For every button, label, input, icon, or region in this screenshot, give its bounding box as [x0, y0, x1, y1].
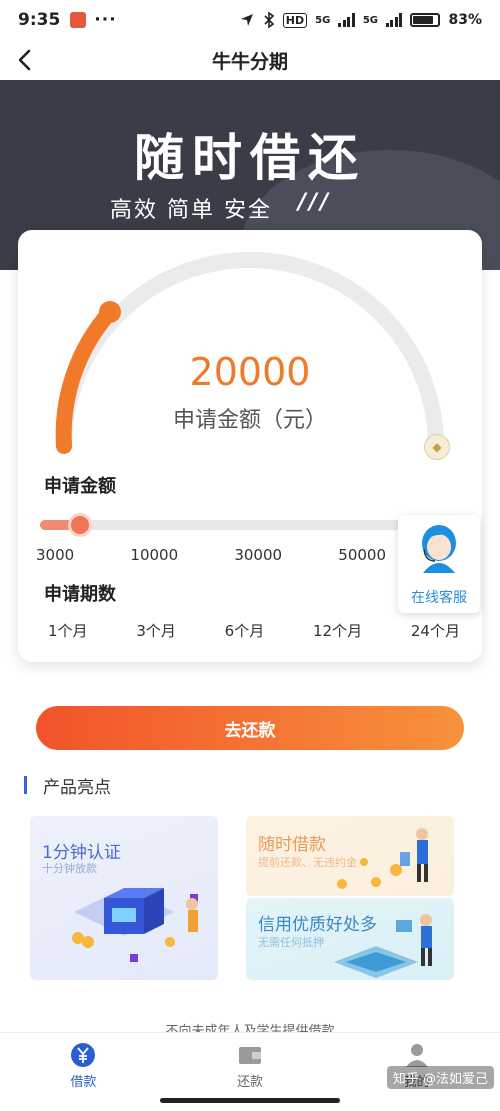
heading-accent-bar	[24, 776, 27, 794]
page-title: 牛牛分期	[211, 50, 288, 73]
status-time: 9:35	[18, 10, 61, 30]
term-option[interactable]: 6个月	[225, 620, 265, 641]
loan-amount: 20000	[189, 350, 311, 394]
amount-slider-thumb[interactable]	[68, 513, 92, 537]
term-option[interactable]: 1个月	[48, 620, 88, 641]
banner-slashes: ///	[298, 190, 332, 215]
feature-card-credit[interactable]: 信用优质好处多 无需任何抵押	[246, 898, 454, 980]
diamond-icon: ◆	[424, 434, 450, 460]
customer-service-button[interactable]: 在线客服	[398, 515, 480, 613]
amount-ticks: 3000 10000 30000 50000	[36, 546, 386, 564]
battery-percent: 83%	[448, 12, 482, 28]
bluetooth-icon	[264, 12, 275, 28]
amount-slider-track[interactable]	[40, 520, 440, 530]
wallet-icon	[239, 1047, 261, 1064]
signal-icon-2	[385, 13, 403, 27]
platform-illustration-icon	[334, 914, 432, 978]
term-option[interactable]: 12个月	[313, 620, 362, 641]
status-dots: ···	[94, 10, 117, 30]
yen-icon	[71, 1043, 96, 1067]
signal-icon	[338, 13, 355, 27]
loan-amount-label: 申请金额（元）	[172, 408, 327, 433]
tab-label: 借款	[70, 1075, 97, 1090]
tab-repay[interactable]: 还款	[167, 1033, 334, 1092]
term-option[interactable]: 24个月	[411, 620, 460, 641]
battery-icon	[410, 13, 441, 27]
network-type-1: 5G	[315, 14, 331, 26]
back-arrow-icon[interactable]	[12, 46, 40, 74]
customer-service-icon	[422, 525, 456, 573]
nav-bar: 牛牛分期	[0, 40, 500, 80]
highlights-title: 产品亮点	[43, 777, 111, 798]
server-illustration-icon	[72, 888, 198, 962]
feature-card-verification[interactable]: 1分钟认证 十分钟放款	[30, 816, 218, 980]
highlights-heading: 产品亮点	[24, 774, 111, 798]
status-bar: 9:35 ··· HD 5G 5G 83%	[0, 0, 500, 40]
watermark: 知乎 @法如爱己	[386, 1066, 494, 1089]
user-icon	[405, 1044, 428, 1067]
location-icon	[240, 14, 253, 26]
amount-tick[interactable]: 50000	[338, 546, 386, 564]
term-section-label: 申请期数	[44, 584, 116, 605]
amount-tick[interactable]: 3000	[36, 546, 74, 564]
person-coins-illustration-icon	[337, 828, 428, 889]
repay-button[interactable]: 去还款	[36, 706, 464, 750]
home-indicator	[160, 1098, 340, 1103]
amount-tick[interactable]: 30000	[234, 546, 282, 564]
customer-service-label: 在线客服	[411, 590, 467, 606]
banner-title: 随时借还	[134, 129, 366, 187]
feature-card-borrow[interactable]: 随时借款 提前还款、无违约金	[246, 816, 454, 896]
status-indicators: HD 5G 5G 83%	[239, 12, 482, 28]
banner-subtitle: 高效 简单 安全	[110, 198, 272, 223]
amount-section-label: 申请金额	[44, 476, 116, 497]
hd-badge: HD	[282, 12, 308, 28]
term-option[interactable]: 3个月	[136, 620, 176, 641]
network-type-2: 5G	[362, 14, 378, 26]
amount-tick[interactable]: 10000	[130, 546, 178, 564]
term-options: 1个月 3个月 6个月 12个月 24个月	[48, 620, 460, 641]
tab-borrow[interactable]: 借款	[0, 1033, 167, 1092]
tab-label: 还款	[237, 1075, 264, 1090]
app-notification-icon	[70, 12, 87, 28]
